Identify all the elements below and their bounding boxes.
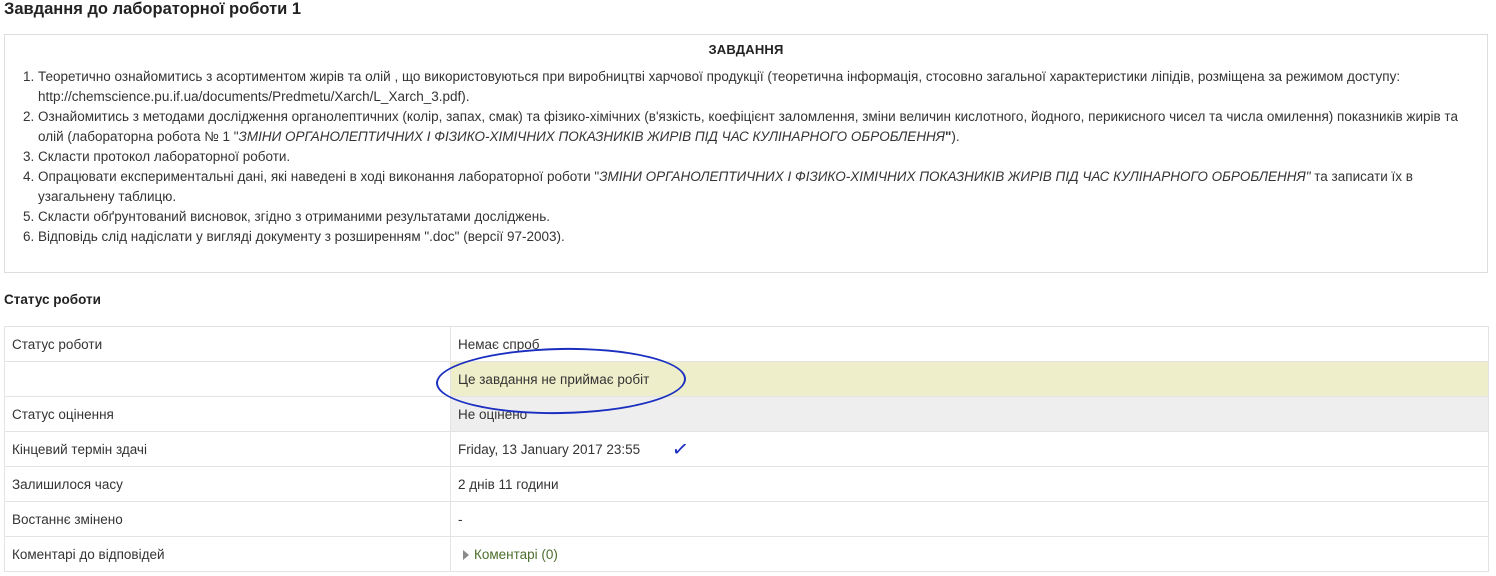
row-value: Немає спроб (450, 326, 1489, 362)
task-item-text: Опрацювати експериментальні дані, які на… (38, 169, 600, 184)
task-item-emphasis: ЗМІНИ ОРГАНОЛЕПТИЧНИХ І ФІЗИКО-ХІМІЧНИХ … (599, 169, 1311, 184)
task-item-4: Опрацювати експериментальні дані, які на… (38, 167, 1487, 207)
task-item-text: Скласти обґрунтований висновок, згідно з… (38, 209, 551, 224)
row-value: - (450, 501, 1489, 537)
task-item-text: Скласти протокол лабораторної роботи. (38, 149, 291, 164)
task-item-text: Відповідь слід надіслати у вигляді докум… (38, 229, 565, 244)
submission-status-table: Статус роботи Немає спроб Це завдання не… (4, 326, 1489, 572)
comments-toggle-cell: Коментарі (0) (450, 536, 1489, 572)
intro-heading: ЗАВДАННЯ (708, 42, 784, 57)
task-item-text-end: ). (951, 129, 960, 144)
row-label: Кінцевий термін здачі (4, 431, 451, 467)
assignment-intro: ЗАВДАННЯ Теоретично ознайомитись з асорт… (4, 34, 1488, 273)
row-value: Friday, 13 January 2017 23:55 (450, 431, 1489, 467)
submission-status-heading: Статус роботи (4, 292, 101, 307)
page-title: Завдання до лабораторної роботи 1 (4, 0, 302, 18)
row-label: Коментарі до відповідей (4, 536, 451, 572)
row-label: Востаннє змінено (4, 501, 451, 537)
row-value: 2 днів 11 години (450, 466, 1489, 502)
status-row-last-modified: Востаннє змінено - (4, 501, 1489, 537)
task-list: Теоретично ознайомитись з асортиментом ж… (5, 67, 1487, 247)
task-item-6: Відповідь слід надіслати у вигляді докум… (38, 227, 1487, 247)
status-row-submission: Статус роботи Немає спроб (4, 326, 1489, 362)
task-item-emphasis: ЗМІНИ ОРГАНОЛЕПТИЧНИХ І ФІЗИКО-ХІМІЧНИХ … (238, 129, 946, 144)
row-label: Статус оцінення (4, 396, 451, 432)
row-label (4, 361, 451, 397)
task-item-text: Теоретично ознайомитись з асортиментом ж… (38, 69, 1401, 104)
row-value: Не оцінено (450, 396, 1489, 432)
status-row-comments: Коментарі до відповідей Коментарі (0) (4, 536, 1489, 572)
status-row-due-date: Кінцевий термін здачі Friday, 13 January… (4, 431, 1489, 467)
row-label: Статус роботи (4, 326, 451, 362)
task-item-3: Скласти протокол лабораторної роботи. (38, 147, 1487, 167)
expand-triangle-icon[interactable] (463, 549, 469, 560)
task-item-1: Теоретично ознайомитись з асортиментом ж… (38, 67, 1487, 107)
submissions-closed-notice: Це завдання не приймає робіт (450, 361, 1489, 397)
handdrawn-check-icon: ✓ (670, 435, 691, 463)
status-row-time-remaining: Залишилося часу 2 днів 11 години (4, 466, 1489, 502)
comments-link[interactable]: Коментарі (0) (474, 547, 558, 562)
status-row-grading: Статус оцінення Не оцінено (4, 396, 1489, 432)
status-row-warning: Це завдання не приймає робіт (4, 361, 1489, 397)
task-item-2: Ознайомитись з методами дослідження орга… (38, 107, 1487, 147)
row-label: Залишилося часу (4, 466, 451, 502)
task-item-5: Скласти обґрунтований висновок, згідно з… (38, 207, 1487, 227)
